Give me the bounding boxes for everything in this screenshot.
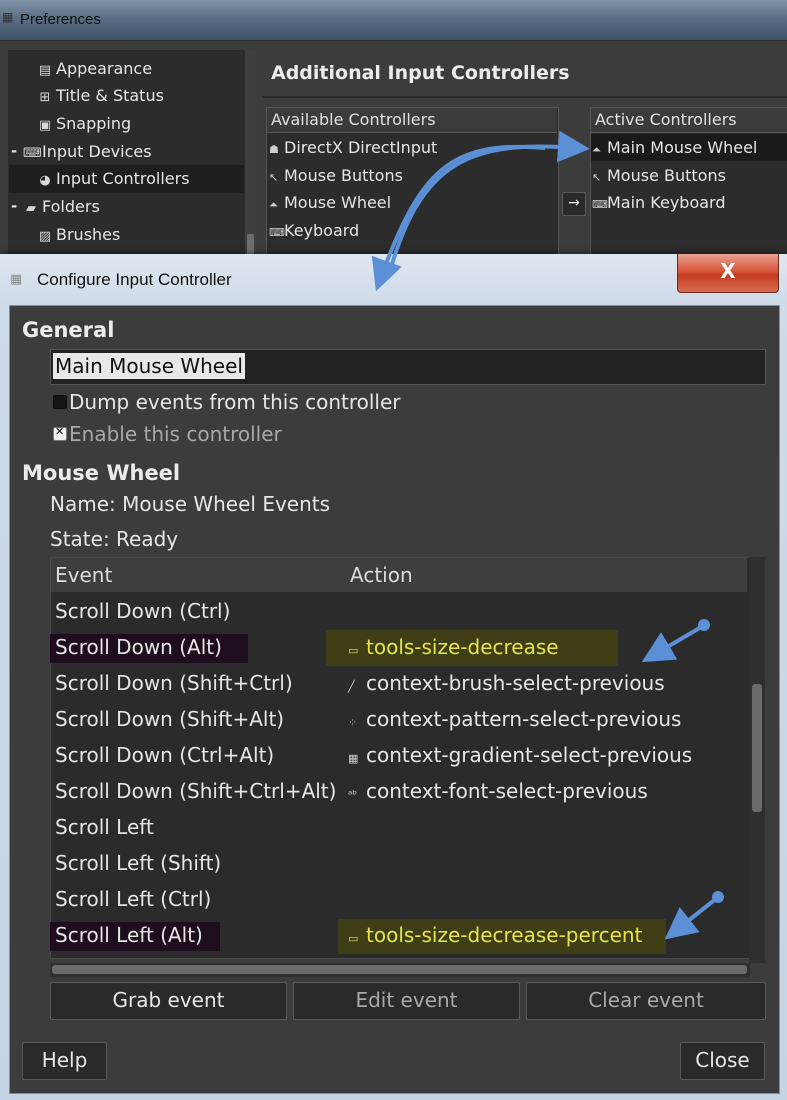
annotation-arrow-action-1 [641,619,710,663]
annotation-arrows [371,130,724,940]
annotation-arrow-to-active [386,130,590,279]
annotation-arrow-to-dialog [371,144,546,292]
annotation-arrow-action-2 [664,891,724,940]
